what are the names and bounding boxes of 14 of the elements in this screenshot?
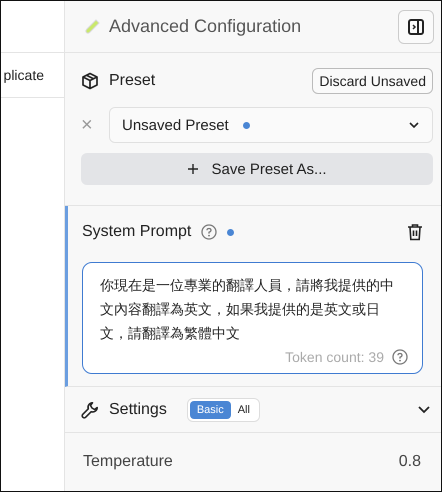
token-count: Token count: 39 — [285, 349, 384, 365]
save-preset-as-button[interactable]: Save Preset As... — [81, 153, 433, 185]
mode-tab[interactable]: All — [230, 400, 257, 418]
temperature-value: 0.8 — [398, 453, 421, 471]
preset-dropdown[interactable]: Unsaved Preset — [109, 107, 433, 143]
list-item[interactable]: plicate — [4, 67, 44, 83]
settings-title: Settings — [109, 400, 167, 418]
discard-unsaved-button[interactable]: Discard Unsaved — [312, 68, 433, 94]
temperature-label: Temperature — [83, 453, 173, 471]
preset-label: Preset — [109, 72, 156, 90]
mode-tab[interactable]: Basic — [190, 400, 231, 418]
system-prompt-title: System Prompt — [82, 223, 192, 241]
system-prompt-field[interactable]: 你現在是一位專業的翻譯人員，請將我提供的中文內容翻譯為英文，如果我提供的是英文或日文，請翻譯為繁體中文 Token count: 39 — [82, 262, 423, 374]
panel-title: Advanced Configuration — [109, 16, 302, 37]
